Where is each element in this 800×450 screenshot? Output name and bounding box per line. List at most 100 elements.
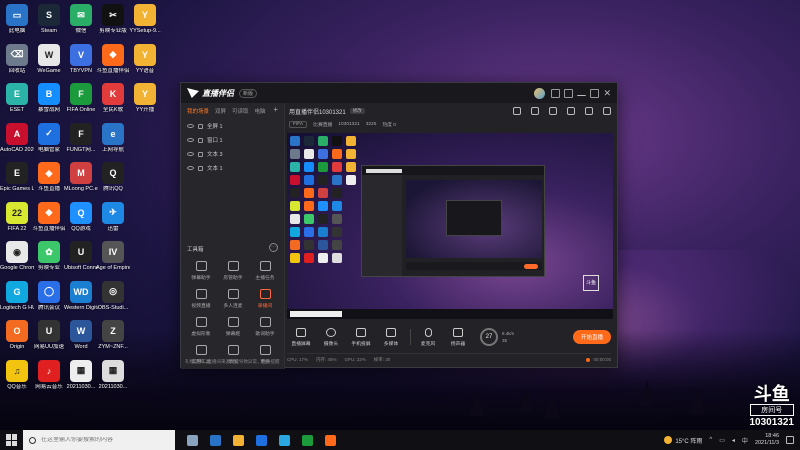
input-language[interactable]: 中 <box>742 436 748 445</box>
desktop-icon[interactable]: E Epic Games Launcher <box>0 162 34 193</box>
settings-icon[interactable] <box>603 107 611 115</box>
desktop-icon[interactable]: B 暴雪战网 <box>32 83 66 114</box>
user-avatar[interactable] <box>534 87 546 99</box>
taskbar-app-icon[interactable] <box>187 434 198 446</box>
desktop-icon[interactable]: ✉ 微信 <box>64 4 98 35</box>
eye-icon[interactable] <box>187 124 194 128</box>
settings-icon[interactable] <box>564 88 574 98</box>
desktop-icon[interactable]: ◎ OBS-Studi... <box>96 280 130 312</box>
taskbar-app-icon[interactable] <box>325 434 336 446</box>
camera-button[interactable]: 摄像头 <box>317 327 345 347</box>
desktop-icon[interactable]: S Steam <box>32 4 66 35</box>
tool-button[interactable]: 视频直播 <box>185 289 217 309</box>
desktop-icon[interactable]: U Ubisoft Connect <box>64 241 98 272</box>
start-live-button[interactable]: 开始直播 <box>572 330 611 344</box>
version-badge[interactable]: 新版 <box>239 88 258 98</box>
volume-icon[interactable]: ◂ <box>732 437 735 444</box>
lock-icon[interactable] <box>198 151 203 157</box>
desktop-icon[interactable]: ▦ 20211030... <box>96 359 130 391</box>
menu-icon[interactable] <box>551 88 561 98</box>
layer-item[interactable]: 文本 1 <box>181 161 284 175</box>
lock-icon[interactable] <box>198 137 203 143</box>
desktop-icon[interactable]: ✓ 电脑管家 <box>32 122 66 154</box>
fans-icon[interactable] <box>549 107 557 115</box>
system-clock[interactable]: 18:46 2021/11/3 <box>755 433 779 447</box>
network-icon[interactable]: ▭ <box>719 437 725 444</box>
tool-button[interactable]: 房管助手 <box>217 261 249 281</box>
tab-pc[interactable]: 电脑 <box>255 107 266 115</box>
chat-icon[interactable] <box>531 107 539 115</box>
desktop-icon[interactable]: ◆ 斗鱼直播伴侣 <box>32 201 66 233</box>
stream-preview[interactable]: 斗鱼 <box>287 133 613 319</box>
desktop-icon[interactable]: ◯ 腾讯会议 <box>32 280 66 312</box>
phone-cast-button[interactable]: 手机投屏 <box>347 327 375 347</box>
taskbar-search[interactable] <box>23 430 175 450</box>
gift-icon[interactable] <box>513 107 521 115</box>
more-icon[interactable]: ··· <box>269 243 278 252</box>
desktop-icon[interactable]: ♪ 网易云音乐 <box>32 359 66 391</box>
desktop-icon[interactable]: GLogitech G HUB <box>0 280 34 312</box>
eye-icon[interactable] <box>187 152 194 156</box>
desktop-icon[interactable]: E ESET <box>0 83 34 114</box>
tool-button[interactable]: 主播任务 <box>249 261 281 281</box>
notification-center-icon[interactable] <box>786 436 794 444</box>
desktop-icon[interactable]: ♫ QQ音乐 <box>0 359 34 391</box>
desktop-icon[interactable]: ✂ 剪映专业版 <box>96 4 130 35</box>
share-icon[interactable] <box>567 107 575 115</box>
desktop-icon[interactable]: e 上网导航 <box>96 122 130 154</box>
search-input[interactable] <box>41 437 171 443</box>
tab-read[interactable]: 可读取 <box>232 107 249 115</box>
chevron-up-icon[interactable]: ^ <box>709 437 712 443</box>
lock-icon[interactable] <box>198 165 203 171</box>
desktop-icon[interactable]: ✈ 迅雷 <box>96 201 130 233</box>
desktop-icon[interactable]: ⌫ 回收站 <box>0 43 34 75</box>
category-badge[interactable]: FIFA <box>289 120 308 128</box>
desktop-icon[interactable]: Y YY开播 <box>128 83 162 114</box>
desktop-icon[interactable]: ▦ 20211030... <box>64 359 98 391</box>
notification-icon[interactable] <box>585 107 593 115</box>
desktop-icon[interactable]: U 网易UU加速 <box>32 320 66 351</box>
layer-item[interactable]: 窗口 1 <box>181 133 284 147</box>
minimize-icon[interactable] <box>577 90 587 96</box>
eye-icon[interactable] <box>187 138 194 142</box>
edit-room-button[interactable]: 修改 <box>349 108 365 114</box>
tool-button[interactable]: 弹幕姬 <box>217 317 249 337</box>
desktop-icon[interactable]: AAutoCAD 2020 - 简... <box>0 122 34 154</box>
desktop-icon[interactable]: V TBYVPN <box>64 43 98 75</box>
tab-my-scenes[interactable]: 我的场景 <box>187 107 209 115</box>
tool-button[interactable]: 多人连麦 <box>217 289 249 309</box>
screen-capture-button[interactable]: 直播屏幕 <box>287 327 315 347</box>
layer-item[interactable]: 文本 3 <box>181 147 284 161</box>
taskbar-app-icon[interactable] <box>302 434 313 446</box>
desktop-icon[interactable]: K 全民K歌 <box>96 83 130 114</box>
desktop-icon[interactable]: W WeGame <box>32 43 66 75</box>
desktop-icon[interactable]: F FUNGT网... <box>64 122 98 154</box>
desktop-icon[interactable]: WDWestern Digital S... <box>64 280 98 312</box>
desktop-icon[interactable]: ▭ 此电脑 <box>0 4 34 35</box>
desktop-icon[interactable]: Y YYSetup-9... <box>128 4 162 35</box>
maximize-icon[interactable] <box>590 88 600 98</box>
tool-button[interactable]: 弹幕助手 <box>185 261 217 281</box>
tab-dual[interactable]: 双屏 <box>215 107 226 115</box>
speaker-button[interactable]: 扬声器 <box>444 327 472 347</box>
desktop-icon[interactable]: Q QQ游戏 <box>64 201 98 233</box>
desktop-icon[interactable]: Y YY语音 <box>128 43 162 75</box>
taskbar-app-icon[interactable] <box>256 434 267 446</box>
desktop-icon[interactable]: ◆ 斗鱼直播伴侣 <box>96 43 130 75</box>
desktop-icon[interactable]: ◉ Google Chrome <box>0 241 34 272</box>
microphone-button[interactable]: 麦克风 <box>414 327 442 347</box>
desktop-icon[interactable]: ✿ 剪映专业 <box>32 241 66 272</box>
desktop-icon[interactable]: W Word <box>64 320 98 351</box>
desktop-icon[interactable]: Q 腾讯QQ <box>96 162 130 193</box>
layer-item[interactable]: 全屏 1 <box>181 119 284 133</box>
tool-button[interactable]: 虚拟形象 <box>185 317 217 337</box>
desktop-icon[interactable]: Z ZYM~ZNF... <box>96 320 130 351</box>
desktop-icon[interactable]: O Origin <box>0 320 34 351</box>
add-scene-icon[interactable]: + <box>273 106 278 115</box>
window-titlebar[interactable]: 直播伴侣 新版 ✕ <box>181 83 617 103</box>
tool-button[interactable]: 录播间 <box>249 289 281 309</box>
taskbar-app-icon[interactable] <box>279 434 290 446</box>
eye-icon[interactable] <box>187 166 194 170</box>
close-icon[interactable]: ✕ <box>603 88 611 99</box>
windows-start-icon[interactable] <box>6 434 18 446</box>
